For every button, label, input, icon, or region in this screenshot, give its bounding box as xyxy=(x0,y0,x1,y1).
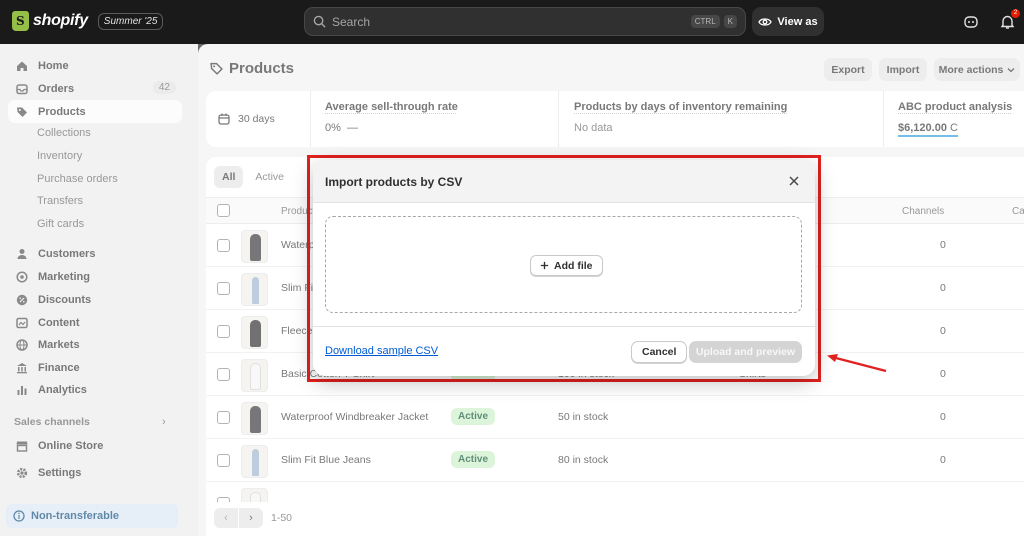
search-placeholder: Search xyxy=(332,14,371,29)
download-sample-csv-link[interactable]: Download sample CSV xyxy=(325,345,438,357)
annotation-arrow xyxy=(827,354,887,373)
view-as-label: View as xyxy=(777,15,818,28)
shopify-bag-icon xyxy=(12,11,29,31)
import-csv-dialog: Import products by CSV Add file Download… xyxy=(313,160,815,376)
dialog-title: Import products by CSV xyxy=(325,175,463,189)
shopify-logo[interactable]: shopify Summer '25 xyxy=(12,11,164,31)
view-as-button[interactable]: View as xyxy=(752,7,824,36)
brand-name: shopify xyxy=(33,12,88,29)
dialog-header: Import products by CSV xyxy=(313,160,815,203)
edition-badge: Summer '25 xyxy=(97,12,164,30)
dialog-footer: Download sample CSV Cancel Upload and pr… xyxy=(313,326,815,376)
add-file-button[interactable]: Add file xyxy=(530,255,603,276)
search-bar[interactable]: Search CTRL K xyxy=(304,7,746,36)
shortcut-ctrl: CTRL xyxy=(690,15,720,28)
notification-count: 2 xyxy=(1011,9,1020,18)
eye-icon xyxy=(758,17,773,26)
add-file-label: Add file xyxy=(554,259,593,272)
upload-and-preview-button[interactable]: Upload and preview xyxy=(689,341,802,363)
file-dropzone[interactable]: Add file xyxy=(325,216,802,313)
cancel-button[interactable]: Cancel xyxy=(631,341,688,363)
store-assistant-button[interactable] xyxy=(961,12,981,32)
close-icon[interactable] xyxy=(787,174,801,188)
top-bar: shopify Summer '25 Search CTRL K View as… xyxy=(0,0,1024,44)
plus-icon xyxy=(540,261,549,270)
assistant-icon xyxy=(964,16,978,28)
notifications-button[interactable]: 2 xyxy=(997,9,1020,32)
shortcut-k: K xyxy=(723,15,737,28)
search-icon xyxy=(313,15,326,28)
